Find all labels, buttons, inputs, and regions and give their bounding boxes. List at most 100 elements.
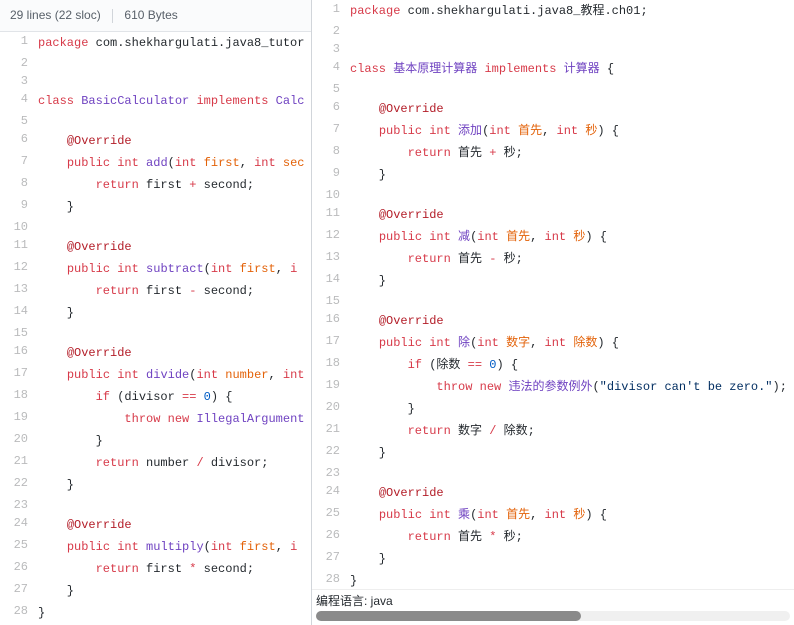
code-line[interactable]: public int divide(int number, int [38,364,311,386]
code-line[interactable]: } [350,548,794,570]
code-line[interactable] [350,40,794,58]
code-line[interactable]: @Override [350,310,794,332]
code-line[interactable]: return 首先 + 秒; [350,142,794,164]
code-line[interactable] [38,496,311,514]
line-number[interactable]: 25 [0,536,38,558]
line-number[interactable]: 7 [0,152,38,174]
code-line[interactable]: return first - second; [38,280,311,302]
code-line[interactable]: } [350,398,794,420]
code-line[interactable]: public int 除(int 数字, int 除数) { [350,332,794,354]
code-line[interactable]: class 基本原理计算器 implements 计算器 { [350,58,794,80]
code-line[interactable] [38,218,311,236]
code-line[interactable] [350,22,794,40]
code-line[interactable]: @Override [350,204,794,226]
code-line[interactable]: } [38,430,311,452]
line-number[interactable]: 14 [0,302,38,324]
line-number[interactable]: 5 [312,80,350,98]
line-number[interactable]: 3 [0,72,38,90]
line-number[interactable]: 4 [0,90,38,112]
code-line[interactable]: class BasicCalculator implements Calc [38,90,311,112]
code-line[interactable]: if (divisor == 0) { [38,386,311,408]
line-number[interactable]: 23 [312,464,350,482]
code-line[interactable]: @Override [350,482,794,504]
code-line[interactable]: return number / divisor; [38,452,311,474]
line-number[interactable]: 7 [312,120,350,142]
code-line[interactable]: } [38,474,311,496]
line-number[interactable]: 21 [0,452,38,474]
line-number[interactable]: 20 [312,398,350,420]
code-line[interactable]: throw new 违法的参数例外("divisor can't be zero… [350,376,794,398]
code-line[interactable]: @Override [38,236,311,258]
code-line[interactable]: throw new IllegalArgument [38,408,311,430]
code-line[interactable] [38,112,311,130]
line-number[interactable]: 22 [312,442,350,464]
line-number[interactable]: 6 [0,130,38,152]
line-number[interactable]: 1 [0,32,38,54]
code-line[interactable]: } [38,302,311,324]
line-number[interactable]: 19 [312,376,350,398]
code-line[interactable]: } [350,270,794,292]
line-number[interactable]: 28 [0,602,38,624]
line-number[interactable]: 22 [0,474,38,496]
code-line[interactable]: @Override [350,98,794,120]
code-line[interactable]: package com.shekhargulati.java8_tutor [38,32,311,54]
code-line[interactable] [350,292,794,310]
line-number[interactable]: 21 [312,420,350,442]
line-number[interactable]: 8 [312,142,350,164]
line-number[interactable]: 11 [312,204,350,226]
line-number[interactable]: 2 [0,54,38,72]
code-line[interactable]: return 首先 * 秒; [350,526,794,548]
code-line[interactable]: public int 减(int 首先, int 秒) { [350,226,794,248]
scrollbar-thumb[interactable] [316,611,581,621]
line-number[interactable]: 27 [0,580,38,602]
line-number[interactable]: 18 [312,354,350,376]
line-number[interactable]: 12 [0,258,38,280]
code-line[interactable]: @Override [38,514,311,536]
code-line[interactable]: return 首先 - 秒; [350,248,794,270]
code-line[interactable]: public int 添加(int 首先, int 秒) { [350,120,794,142]
code-line[interactable]: return 数字 / 除数; [350,420,794,442]
right-code-area[interactable]: 1package com.shekhargulati.java8_教程.ch01… [312,0,794,625]
line-number[interactable]: 4 [312,58,350,80]
code-line[interactable]: public int multiply(int first, i [38,536,311,558]
line-number[interactable]: 16 [0,342,38,364]
code-line[interactable] [350,464,794,482]
code-line[interactable]: public int subtract(int first, i [38,258,311,280]
code-line[interactable] [38,72,311,90]
code-line[interactable]: public int add(int first, int sec [38,152,311,174]
line-number[interactable]: 15 [0,324,38,342]
code-line[interactable]: } [38,580,311,602]
line-number[interactable]: 16 [312,310,350,332]
line-number[interactable]: 27 [312,548,350,570]
code-line[interactable] [38,54,311,72]
line-number[interactable]: 9 [0,196,38,218]
code-line[interactable]: } [350,164,794,186]
line-number[interactable]: 15 [312,292,350,310]
line-number[interactable]: 5 [0,112,38,130]
line-number[interactable]: 2 [312,22,350,40]
line-number[interactable]: 10 [312,186,350,204]
code-line[interactable]: if (除数 == 0) { [350,354,794,376]
line-number[interactable]: 3 [312,40,350,58]
line-number[interactable]: 1 [312,0,350,22]
line-number[interactable]: 23 [0,496,38,514]
line-number[interactable]: 17 [312,332,350,354]
code-line[interactable]: } [38,196,311,218]
code-line[interactable]: @Override [38,130,311,152]
line-number[interactable]: 12 [312,226,350,248]
code-line[interactable]: } [350,442,794,464]
line-number[interactable]: 26 [312,526,350,548]
code-line[interactable] [350,186,794,204]
code-line[interactable] [38,324,311,342]
code-line[interactable]: public int 乘(int 首先, int 秒) { [350,504,794,526]
code-line[interactable]: } [38,602,311,624]
left-code-area[interactable]: 1package com.shekhargulati.java8_tutor23… [0,32,311,625]
horizontal-scrollbar[interactable] [316,611,790,621]
line-number[interactable]: 17 [0,364,38,386]
line-number[interactable]: 11 [0,236,38,258]
line-number[interactable]: 18 [0,386,38,408]
code-line[interactable]: return first + second; [38,174,311,196]
line-number[interactable]: 26 [0,558,38,580]
line-number[interactable]: 8 [0,174,38,196]
code-line[interactable]: package com.shekhargulati.java8_教程.ch01; [350,0,794,22]
